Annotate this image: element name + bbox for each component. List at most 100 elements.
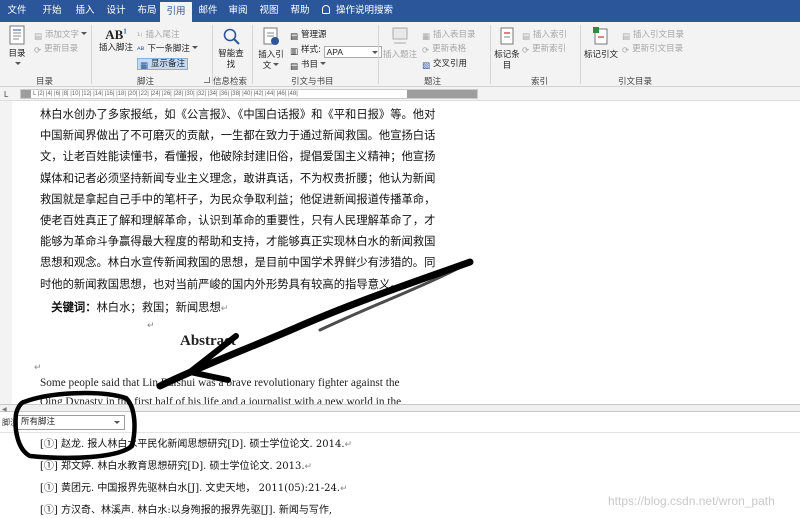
- bibliography-icon: ▤: [290, 62, 299, 72]
- next-footnote-icon: ᴬᴮ: [137, 46, 145, 56]
- return-mark-icon: ↵: [147, 321, 155, 331]
- return-mark-icon: ↵: [304, 462, 313, 472]
- show-notes-icon: ▦: [140, 61, 149, 71]
- tab-file[interactable]: 文件: [3, 0, 31, 22]
- ruler-margin-left: [21, 90, 31, 98]
- footnote-filter-value: 所有脚注: [21, 417, 56, 427]
- tab-stop-selector[interactable]: L: [4, 90, 8, 99]
- tab-references[interactable]: 引用: [160, 2, 192, 22]
- insert-table-of-figures-label: 插入表目录: [433, 30, 476, 40]
- tab-mailings[interactable]: 邮件: [194, 0, 222, 22]
- mark-entry-icon: [500, 27, 514, 45]
- update-authorities-button[interactable]: ⟳ 更新引文目录: [622, 42, 683, 56]
- tab-layout[interactable]: 布局: [133, 0, 161, 22]
- chevron-down-icon: [114, 421, 120, 424]
- group-divider: [252, 25, 253, 84]
- paragraph-line: 救国就是拿起自己手中的笔杆子，为民众争取利益；他促进新闻报道传播革命，: [40, 192, 436, 206]
- insert-caption-icon: [392, 27, 408, 44]
- english-line: Qing Dynasty in the first half of his li…: [40, 396, 402, 404]
- tab-design[interactable]: 设计: [102, 0, 130, 22]
- manage-sources-button[interactable]: ▤ 管理源: [290, 28, 327, 42]
- refresh-icon: ⟳: [522, 46, 530, 56]
- insert-footnote-label: 插入脚注: [98, 43, 133, 54]
- document-page[interactable]: 林白水创办了多家报纸，如《公言报》、《中国白话报》和《平和日报》等。他对 中国新…: [0, 101, 800, 404]
- update-table-button[interactable]: ⟳ 更新表格: [422, 42, 466, 56]
- group-label-authorities: 引文目录: [618, 77, 653, 87]
- bibliography-label: 书目: [301, 60, 319, 70]
- group-label-citations: 引文与书目: [291, 77, 334, 87]
- show-notes-button[interactable]: ▦ 显示备注: [137, 57, 189, 71]
- mark-entry-button[interactable]: 标记条目: [493, 26, 521, 72]
- mark-entry-label: 标记条目: [494, 50, 520, 71]
- refresh-icon: ⟳: [422, 46, 430, 56]
- mark-citation-label: 标记引文: [584, 50, 619, 60]
- chevron-down-icon: [191, 46, 198, 49]
- table-of-authorities-icon: ▤: [622, 32, 631, 42]
- insert-table-of-authorities-label: 插入引文目录: [633, 30, 685, 40]
- update-toc-button[interactable]: ⟳ 更新目录: [34, 42, 78, 56]
- paragraph-line: 中国新闻界做出了不可磨灭的贡献，一生都在致力于通过新闻救国。他宣扬白话: [40, 129, 436, 143]
- footnote-text: [①] 郑文婷. 林白水教育思想研究[D]. 硕士学位论文. 2013.: [40, 461, 305, 472]
- smart-lookup-label: 智能查找: [218, 49, 244, 70]
- tab-view[interactable]: 视图: [255, 0, 283, 22]
- citation-style-dropdown[interactable]: APA: [323, 46, 382, 58]
- add-text-icon: ▤: [34, 32, 43, 42]
- footnotes-dialog-launcher[interactable]: [204, 77, 210, 83]
- footnote-text: [①] 黄团元. 中国报界先驱林白水[J]. 文史天地， 2011(05):21…: [40, 483, 341, 494]
- manage-sources-icon: ▤: [290, 32, 299, 42]
- keywords-line: 关键词：林白水；救国；新闻思想↵: [26, 297, 435, 320]
- cross-reference-button[interactable]: ▧ 交叉引用: [422, 57, 467, 71]
- tab-review[interactable]: 审阅: [224, 0, 252, 22]
- footnote-filter-dropdown[interactable]: 所有脚注: [17, 415, 125, 430]
- insert-caption-label: 插入题注: [383, 50, 418, 60]
- chevron-down-icon: [371, 51, 378, 54]
- add-text-label: 添加文字: [45, 30, 80, 40]
- group-label-index: 索引: [531, 77, 549, 87]
- insert-table-of-authorities-button[interactable]: ▤ 插入引文目录: [622, 28, 684, 42]
- mark-citation-icon: [593, 27, 608, 45]
- next-footnote-button[interactable]: ᴬᴮ 下一条脚注: [137, 42, 198, 56]
- toc-button[interactable]: 目录: [4, 25, 30, 71]
- insert-index-label: 插入索引: [533, 30, 568, 40]
- footnote-item: [①] 方汉奇、林溪声. 林白水:以身殉报的报界先驱[J]. 新闻与写作,: [40, 501, 332, 516]
- smart-lookup-button[interactable]: 智能查找: [217, 27, 245, 71]
- tell-me-label: 操作说明搜索: [336, 5, 394, 16]
- chevron-down-icon: [81, 32, 88, 35]
- lightbulb-icon: [322, 5, 330, 14]
- toc-label: 目录: [8, 49, 26, 59]
- tell-me-search[interactable]: 操作说明搜索: [322, 0, 393, 22]
- paragraph-line: 能够为革命斗争赢得最大程度的帮助和支持，才能够真正实现林白水的新闻救国: [40, 235, 436, 249]
- horizontal-ruler[interactable]: L |2| |4| |6| |8| |10| |12| |14| |16| |1…: [20, 89, 478, 99]
- vertical-ruler: [0, 101, 12, 404]
- insert-index-button[interactable]: ▤ 插入索引: [522, 28, 567, 42]
- citation-style-label: 样式:: [301, 45, 321, 55]
- paragraph-line: 林白水创办了多家报纸，如《公言报》、《中国白话报》和《平和日报》等。他对: [40, 108, 436, 121]
- group-label-research: 信息检索: [213, 77, 248, 87]
- citation-style-selector[interactable]: ▥ 样式: APA: [290, 43, 382, 58]
- insert-index-icon: ▤: [522, 32, 531, 42]
- tab-insert[interactable]: 插入: [71, 0, 99, 22]
- chevron-down-icon: [15, 62, 21, 65]
- bibliography-button[interactable]: ▤ 书目: [290, 58, 327, 72]
- mark-citation-button[interactable]: 标记引文: [584, 26, 618, 61]
- paragraph-line: 媒体和记者必须坚持新闻专业主义理念，敢讲真话，不为权贵折腰；他认为新闻: [40, 171, 436, 185]
- return-mark-icon: ↵: [344, 440, 353, 450]
- insert-caption-button[interactable]: 插入题注: [383, 26, 417, 61]
- insert-endnote-icon: ¹⁾: [137, 32, 143, 42]
- return-mark-icon: ↵: [220, 303, 229, 314]
- ruler-margin-right: [407, 90, 477, 98]
- add-text-button[interactable]: ▤ 添加文字: [34, 28, 88, 42]
- tab-help[interactable]: 帮助: [286, 0, 314, 22]
- update-index-button[interactable]: ⟳ 更新索引: [522, 42, 566, 56]
- insert-table-of-figures-button[interactable]: ▦ 插入表目录: [422, 28, 476, 42]
- update-authorities-label: 更新引文目录: [632, 44, 684, 54]
- insert-footnote-button[interactable]: AB1 插入脚注: [96, 27, 136, 54]
- pane-splitter[interactable]: ◀: [0, 404, 800, 413]
- style-icon: ▥: [290, 47, 299, 57]
- manage-sources-label: 管理源: [301, 30, 327, 40]
- insert-endnote-button[interactable]: ¹⁾ 插入尾注: [137, 28, 180, 42]
- tab-home[interactable]: 开始: [38, 0, 66, 22]
- footnote-text: [①] 方汉奇、林溪声. 林白水:以身殉报的报界先驱[J]. 新闻与写作,: [40, 505, 333, 516]
- update-index-label: 更新索引: [532, 44, 567, 54]
- insert-citation-button[interactable]: 插入引文: [256, 26, 286, 72]
